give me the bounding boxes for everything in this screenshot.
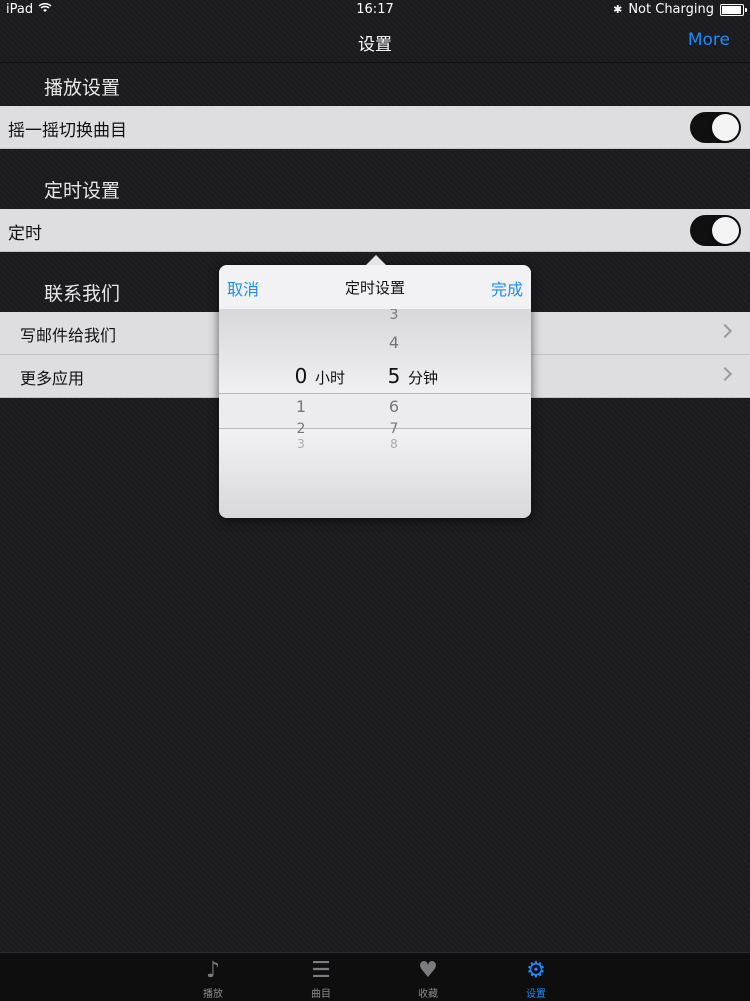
charging-status: Not Charging xyxy=(628,2,714,17)
status-bar: iPad 16:17 ✱ Not Charging xyxy=(0,0,750,20)
minutes-value-below: 8 xyxy=(390,437,398,451)
tab-play[interactable]: ♪ 播放 xyxy=(183,953,243,1001)
shake-switch-label: 摇一摇切换曲目 xyxy=(8,121,127,141)
more-apps-label: 更多应用 xyxy=(20,369,85,388)
section-header-contact: 联系我们 xyxy=(44,283,121,305)
popover-title: 定时设置 xyxy=(344,279,405,297)
popover-nav-bar: 取消 定时设置 完成 xyxy=(219,265,531,310)
hours-value-below: 2 xyxy=(296,421,306,437)
shake-switch-toggle[interactable] xyxy=(690,112,741,143)
navigation-bar: 设置 More xyxy=(0,20,750,63)
bluetooth-icon: ✱ xyxy=(613,3,623,16)
battery-icon xyxy=(720,3,747,16)
more-button[interactable]: More xyxy=(688,30,730,50)
minutes-value-above: 4 xyxy=(388,333,400,352)
gear-icon: ⚙ xyxy=(526,958,546,983)
tab-favorites-label: 收藏 xyxy=(418,989,438,1000)
timer-cell: 定时 xyxy=(0,209,750,252)
shake-switch-cell: 摇一摇切换曲目 xyxy=(0,106,750,149)
page-title: 设置 xyxy=(358,35,392,55)
timer-popover: 取消 定时设置 完成 3 2 1 0 小时 2 3 4 5 分钟 6 7 8 xyxy=(219,255,531,518)
tab-tracks[interactable]: ☰ 曲目 xyxy=(291,953,351,1001)
email-us-label: 写邮件给我们 xyxy=(20,326,117,345)
hours-value-below: 1 xyxy=(295,397,307,416)
time-picker[interactable]: 3 2 1 0 小时 2 3 4 5 分钟 6 7 8 xyxy=(219,309,531,518)
hours-value-below: 3 xyxy=(297,437,305,451)
minutes-value-above: 3 xyxy=(389,309,399,323)
done-button[interactable]: 完成 xyxy=(491,276,523,300)
list-icon: ☰ xyxy=(311,958,331,983)
heart-icon: ♥ xyxy=(418,958,438,983)
tab-settings[interactable]: ⚙ 设置 xyxy=(506,953,566,1001)
tab-favorites[interactable]: ♥ 收藏 xyxy=(398,953,458,1001)
toggle-knob xyxy=(712,114,739,141)
tab-settings-label: 设置 xyxy=(526,989,546,1000)
minutes-unit-label: 分钟 xyxy=(408,369,439,387)
toggle-knob xyxy=(712,217,739,244)
minutes-value-below: 7 xyxy=(389,421,399,437)
minutes-value-below: 6 xyxy=(388,397,400,416)
music-note-icon: ♪ xyxy=(205,958,221,983)
hours-unit-label: 小时 xyxy=(315,369,346,387)
tab-tracks-label: 曲目 xyxy=(311,989,331,1000)
chevron-right-icon xyxy=(717,323,733,339)
tab-bar: ♪ 播放 ☰ 曲目 ♥ 收藏 ⚙ 设置 xyxy=(0,952,750,1001)
section-header-playback: 播放设置 xyxy=(44,77,121,99)
timer-label: 定时 xyxy=(8,224,42,244)
timer-toggle[interactable] xyxy=(690,215,741,246)
tab-play-label: 播放 xyxy=(203,989,223,1000)
section-header-timer: 定时设置 xyxy=(44,180,121,202)
chevron-right-icon xyxy=(717,366,733,382)
